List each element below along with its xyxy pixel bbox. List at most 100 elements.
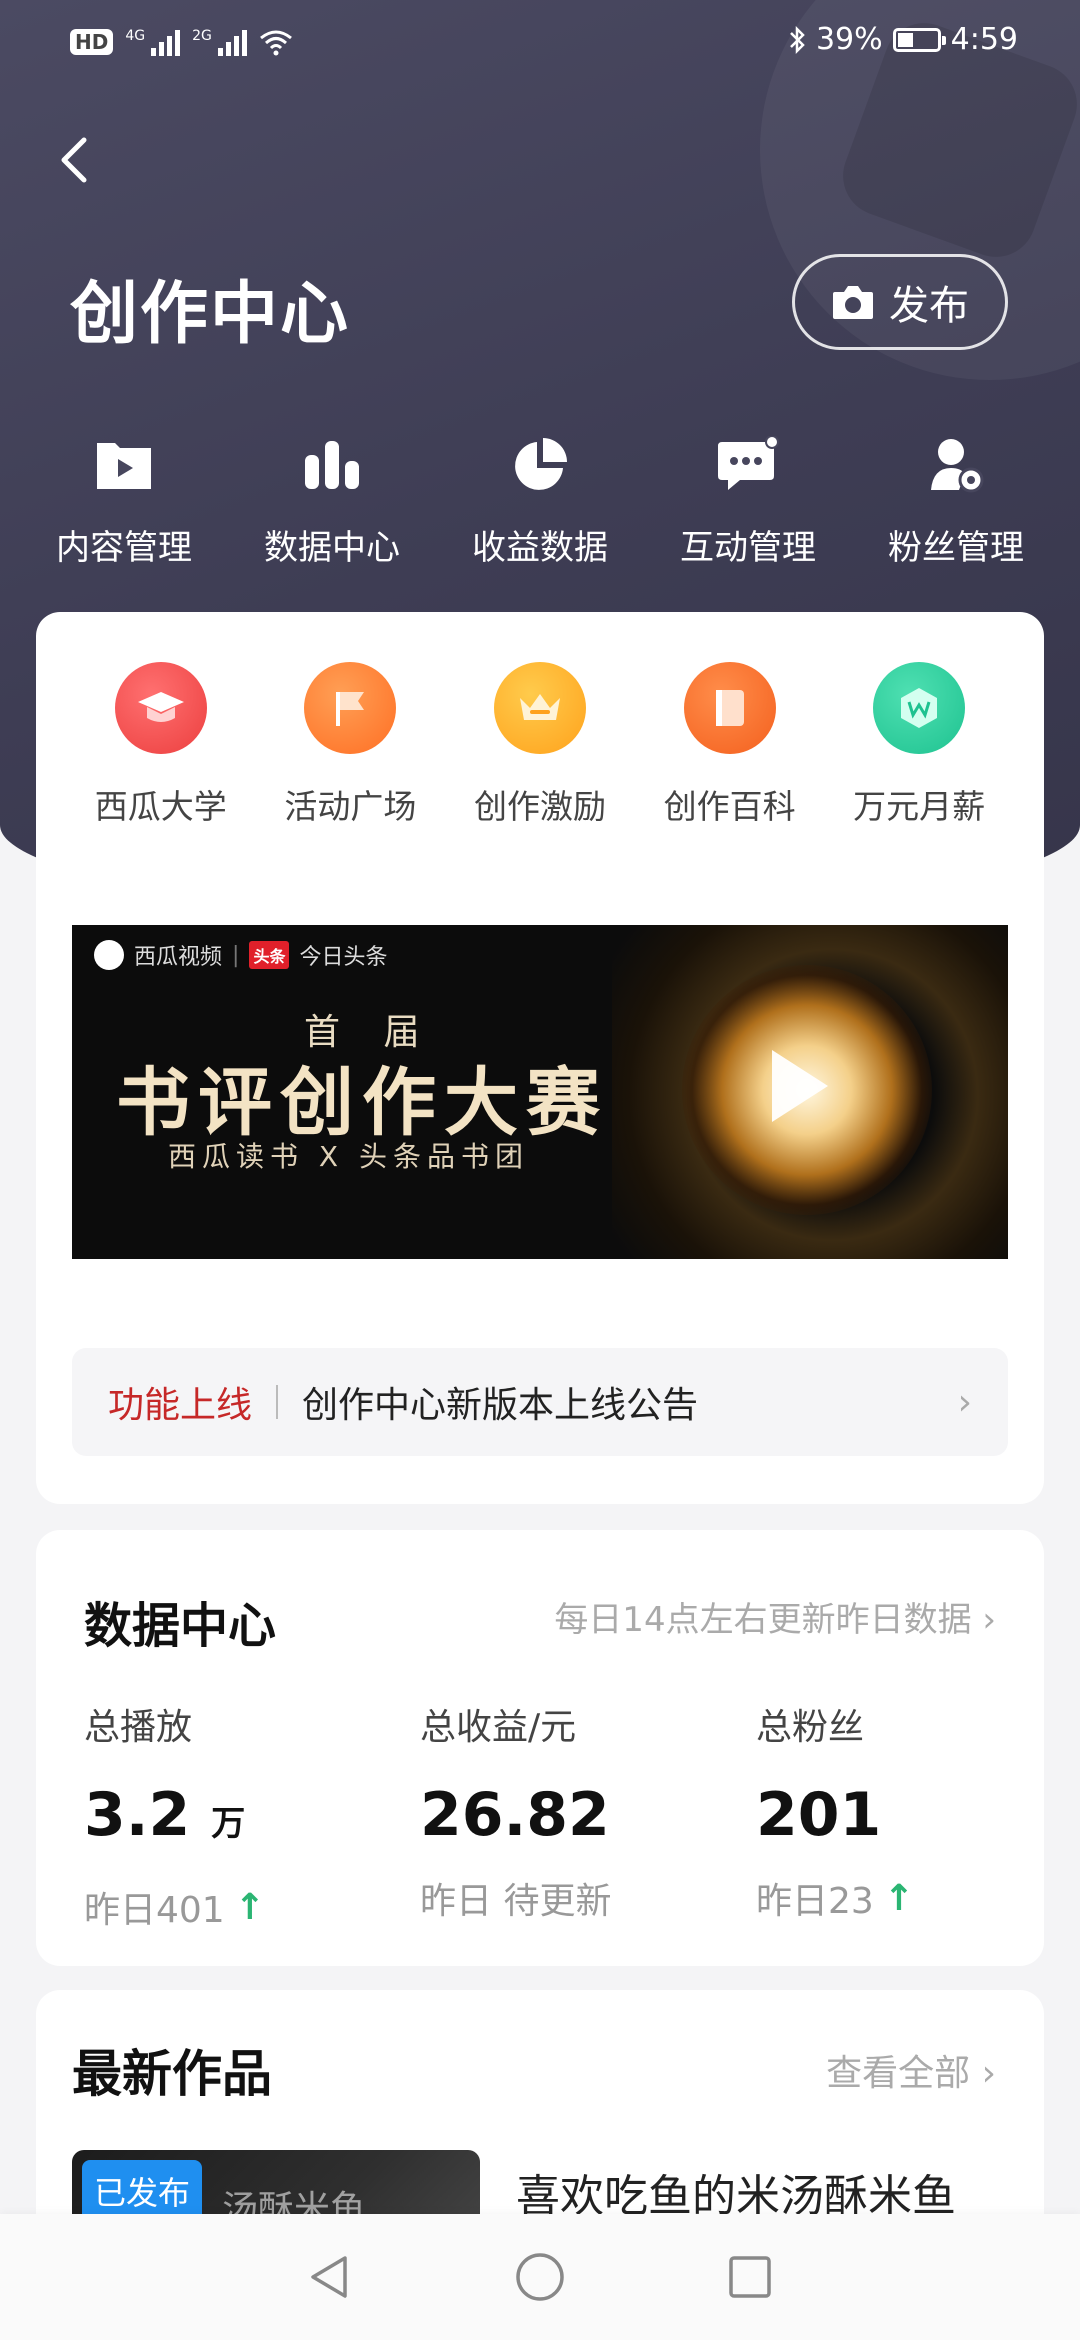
stat-value: 3.2 万 — [84, 1780, 404, 1859]
data-center-card: 数据中心 每日14点左右更新昨日数据 › 总播放 3.2 万 昨日401 ↑ 总… — [36, 1530, 1044, 1966]
status-bar-left: HD 4G 2G — [70, 28, 293, 56]
section-title: 数据中心 — [84, 1598, 277, 1654]
stat-total-plays[interactable]: 总播放 3.2 万 昨日401 ↑ — [84, 1698, 404, 1933]
play-icon — [772, 1050, 828, 1122]
arrow-up-icon: ↑ — [234, 1886, 265, 1928]
stat-unit: 万 — [211, 1804, 246, 1844]
stat-sub-text: 昨日401 — [84, 1890, 225, 1931]
nav-interaction-management[interactable]: 互动管理 — [644, 430, 852, 569]
back-icon[interactable] — [50, 130, 100, 190]
play-video-icon — [89, 430, 159, 500]
stat-sub: 昨日 待更新 — [420, 1872, 740, 1924]
arrow-up-icon: ↑ — [883, 1877, 914, 1919]
stat-sub: 昨日401 ↑ — [84, 1881, 404, 1933]
section-title: 最新作品 — [72, 2045, 272, 2103]
nav-label: 收益数据 — [472, 528, 608, 568]
nav-label: 粉丝管理 — [888, 528, 1024, 568]
brand-name: 西瓜视频 — [134, 945, 223, 970]
chevron-right-icon: › — [982, 1600, 996, 1640]
battery-icon — [892, 27, 946, 52]
stat-sub: 昨日23 ↑ — [756, 1872, 1076, 1924]
banner-brand: 西瓜视频 | 头条 今日头条 — [94, 939, 387, 971]
stat-number: 3.2 — [84, 1780, 191, 1850]
nav-fans-management[interactable]: 粉丝管理 — [852, 430, 1060, 569]
stat-sub-text: 昨日 待更新 — [420, 1881, 612, 1922]
battery-percent: 39% — [815, 22, 883, 57]
nav-label: 互动管理 — [680, 528, 816, 568]
xigua-logo-icon — [94, 940, 124, 970]
chevron-right-icon: › — [981, 2053, 996, 2094]
battery-level — [897, 32, 913, 47]
shortcut-label: 创作百科 — [663, 787, 796, 826]
stat-number: 201 — [756, 1780, 882, 1850]
shortcut-label: 西瓜大学 — [94, 787, 227, 826]
nav-back-icon[interactable] — [300, 2247, 360, 2307]
nav-label: 数据中心 — [264, 528, 400, 568]
chevron-right-icon: › — [957, 1381, 972, 1423]
graduation-cap-icon — [114, 662, 207, 754]
stat-number: 26.82 — [420, 1780, 610, 1850]
shortcut-row: 西瓜大学 活动广场 创作激励 创作百科 万元月薪 — [36, 662, 1044, 828]
main-card: 西瓜大学 活动广场 创作激励 创作百科 万元月薪 西瓜视频 | 头条 今日头条 … — [36, 612, 1044, 1504]
divider — [276, 1385, 279, 1419]
shortcut-label: 万元月薪 — [853, 787, 986, 826]
stat-label: 总收益/元 — [420, 1707, 577, 1748]
clock: 4:59 — [950, 22, 1018, 57]
top-nav: 内容管理 数据中心 收益数据 互动管理 粉丝管理 — [20, 430, 1060, 569]
sim2-label: 2G — [192, 28, 212, 44]
stat-total-revenue[interactable]: 总收益/元 26.82 昨日 待更新 — [420, 1698, 740, 1924]
nav-revenue-data[interactable]: 收益数据 — [436, 430, 644, 569]
shortcut-label: 活动广场 — [284, 787, 417, 826]
nav-content-management[interactable]: 内容管理 — [20, 430, 228, 569]
wifi-icon — [259, 30, 292, 56]
w-coin-icon — [873, 662, 966, 754]
page-title: 创作中心 — [70, 275, 351, 354]
signal-icon: 4G — [125, 28, 181, 56]
camera-icon — [833, 286, 873, 319]
publish-button[interactable]: 发布 — [792, 254, 1008, 350]
user-settings-icon — [921, 430, 991, 500]
shortcut-monthly-salary[interactable]: 万元月薪 — [829, 662, 1009, 828]
bar-chart-icon — [297, 430, 367, 500]
shortcut-xigua-university[interactable]: 西瓜大学 — [71, 662, 251, 828]
nav-home-icon[interactable] — [510, 2247, 570, 2307]
book-icon — [683, 662, 776, 754]
pie-chart-icon — [505, 430, 575, 500]
hd-badge: HD — [70, 29, 114, 55]
shortcut-creation-incentive[interactable]: 创作激励 — [450, 662, 630, 828]
hint-text: 每日14点左右更新昨日数据 — [554, 1600, 972, 1640]
chat-bubble-icon — [713, 430, 783, 500]
promo-banner[interactable]: 西瓜视频 | 头条 今日头条 首 届 书评创作大赛 西瓜读书 X 头条品书团 — [72, 925, 1008, 1259]
banner-tagline: 西瓜读书 X 头条品书团 — [168, 1140, 529, 1173]
banner-title: 书评创作大赛 — [116, 1060, 608, 1146]
stat-sub-text: 昨日23 — [756, 1881, 874, 1922]
nav-recents-icon[interactable] — [720, 2247, 780, 2307]
signal-icon-2: 2G — [192, 28, 247, 56]
status-bar-right: 39% 4:59 — [788, 22, 1018, 57]
stat-label: 总粉丝 — [756, 1707, 865, 1748]
shortcut-creation-wiki[interactable]: 创作百科 — [640, 662, 820, 828]
shortcut-label: 创作激励 — [473, 787, 606, 826]
announcement-bar[interactable]: 功能上线 创作中心新版本上线公告 › — [72, 1348, 1008, 1456]
announcement-text: 创作中心新版本上线公告 — [302, 1385, 699, 1426]
published-badge: 已发布 — [82, 2160, 203, 2222]
system-nav-bar — [0, 2214, 1080, 2340]
shortcut-activity-square[interactable]: 活动广场 — [260, 662, 440, 828]
brand-name-2: 今日头条 — [299, 945, 388, 970]
view-all-link[interactable]: 查看全部 › — [826, 2044, 996, 2096]
publish-label: 发布 — [889, 283, 969, 329]
bluetooth-icon — [790, 25, 805, 54]
view-all-label: 查看全部 — [826, 2053, 971, 2094]
nav-label: 内容管理 — [56, 528, 192, 568]
stat-label: 总播放 — [84, 1707, 193, 1748]
stat-value: 201 — [756, 1780, 1076, 1850]
announcement-tag: 功能上线 — [108, 1385, 253, 1426]
crown-icon — [493, 662, 586, 754]
nav-data-center[interactable]: 数据中心 — [228, 430, 436, 569]
stat-total-fans[interactable]: 总粉丝 201 昨日23 ↑ — [756, 1698, 1076, 1924]
stat-value: 26.82 — [420, 1780, 740, 1850]
sim1-label: 4G — [125, 28, 146, 44]
data-update-hint[interactable]: 每日14点左右更新昨日数据 › — [554, 1592, 996, 1641]
flag-icon — [304, 662, 397, 754]
toutiao-badge: 头条 — [249, 941, 290, 969]
